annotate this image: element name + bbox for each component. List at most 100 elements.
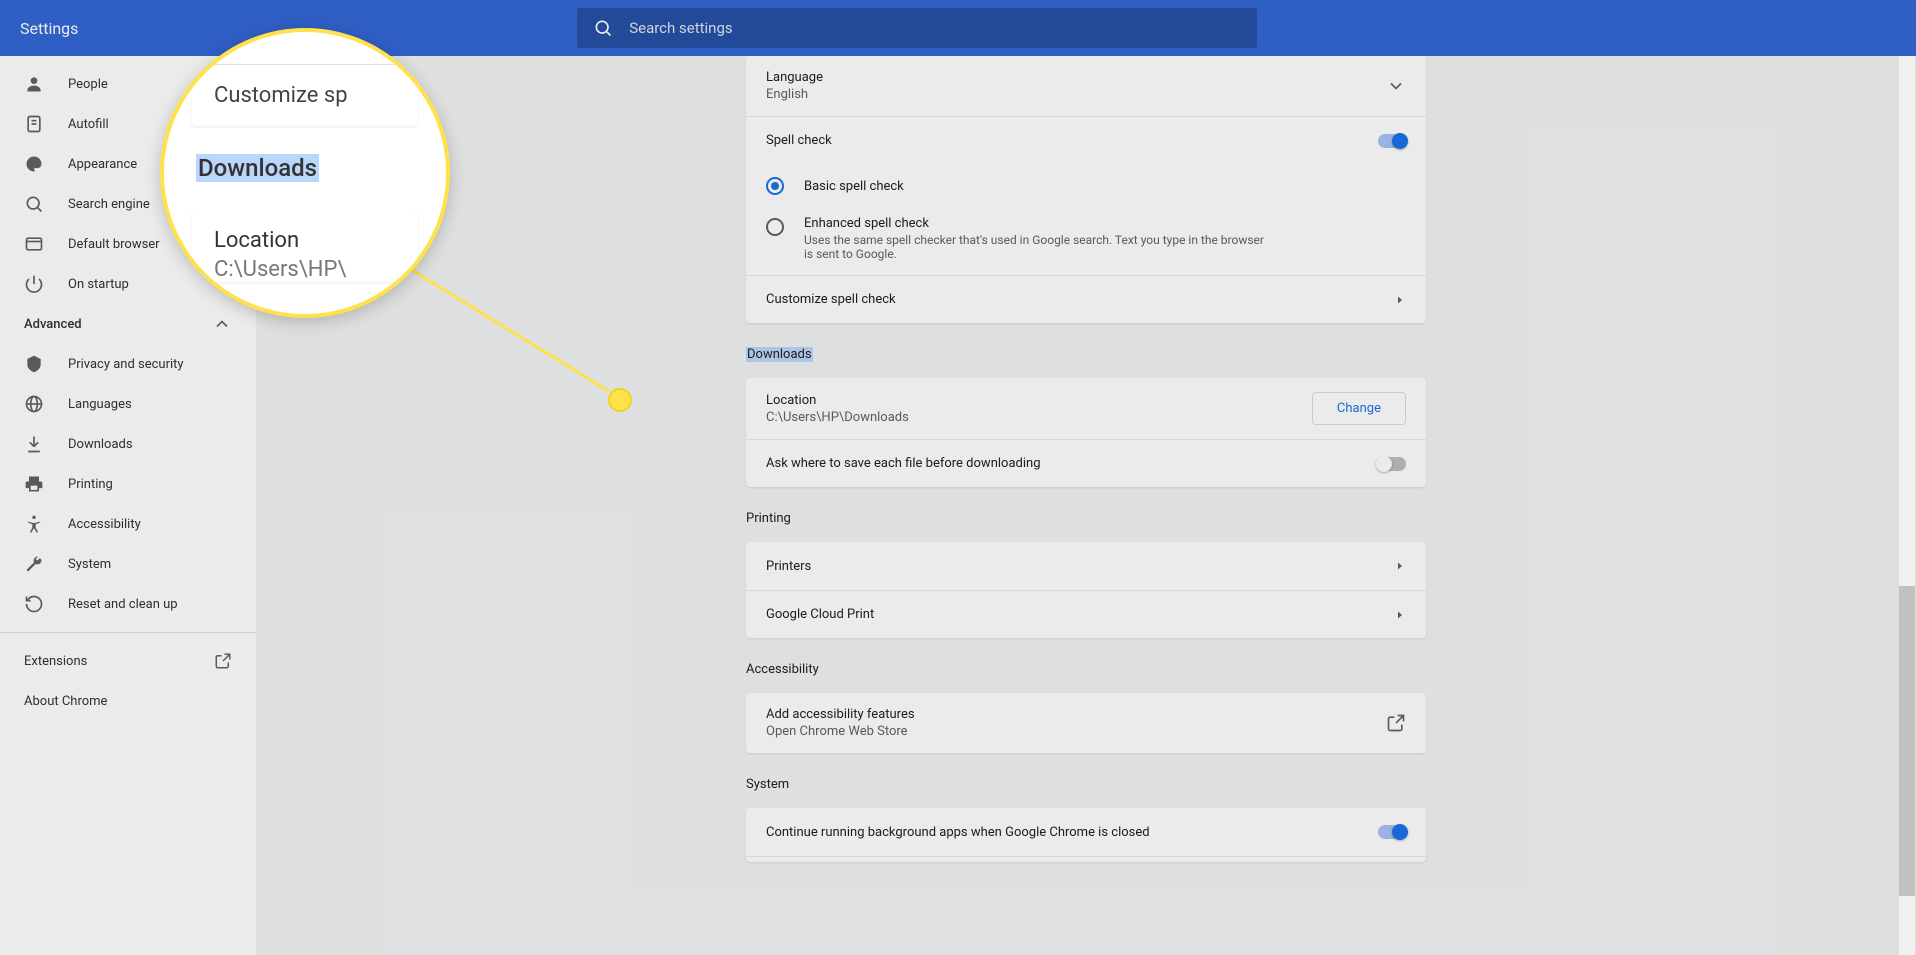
sidebar-item-label: Languages <box>68 397 132 412</box>
globe-icon <box>24 394 44 414</box>
cloud-label: Google Cloud Print <box>766 607 1394 622</box>
chevron-up-icon <box>212 314 232 334</box>
language-row[interactable]: Language English <box>746 56 1426 116</box>
sidebar-item-label: Accessibility <box>68 517 141 532</box>
radio-basic[interactable] <box>766 177 784 195</box>
printers-row[interactable]: Printers <box>746 542 1426 590</box>
accessibility-icon <box>24 514 44 534</box>
sidebar-item-label: Appearance <box>68 157 137 172</box>
printers-label: Printers <box>766 559 1394 574</box>
download-icon <box>24 434 44 454</box>
sidebar-item-about[interactable]: About Chrome <box>0 681 256 721</box>
ask-where-toggle[interactable] <box>1378 457 1406 471</box>
printer-icon <box>24 474 44 494</box>
spellcheck-toggle[interactable] <box>1378 134 1406 148</box>
enhanced-desc: Uses the same spell checker that's used … <box>804 233 1264 261</box>
palette-icon <box>24 154 44 174</box>
sidebar-item-label: Autofill <box>68 117 109 132</box>
customize-label: Customize spell check <box>766 292 1394 307</box>
sidebar-item-label: Search engine <box>68 197 150 212</box>
restore-icon <box>24 594 44 614</box>
sidebar-item-system[interactable]: System <box>0 544 256 584</box>
content: Language English Spell check Basic spell… <box>256 56 1916 955</box>
spellcheck-label: Spell check <box>766 133 1378 148</box>
sidebar-advanced-toggle[interactable]: Advanced <box>0 304 256 344</box>
sidebar-item-label: People <box>68 77 108 92</box>
enhanced-spellcheck-row[interactable]: Enhanced spell check Uses the same spell… <box>746 212 1426 275</box>
radio-enhanced[interactable] <box>766 218 784 236</box>
search-container[interactable] <box>577 8 1257 48</box>
chevron-down-icon <box>1386 76 1406 96</box>
sidebar-item-accessibility[interactable]: Accessibility <box>0 504 256 544</box>
scrollbar-thumb[interactable] <box>1899 586 1915 896</box>
spellcheck-row: Spell check <box>746 116 1426 164</box>
sidebar-item-label: Printing <box>68 477 113 492</box>
sidebar-item-extensions[interactable]: Extensions <box>0 641 256 681</box>
languages-card: Language English Spell check Basic spell… <box>746 56 1426 323</box>
page-title: Settings <box>20 19 78 38</box>
system-card: Continue running background apps when Go… <box>746 808 1426 862</box>
printing-card: Printers Google Cloud Print <box>746 542 1426 638</box>
divider <box>0 632 256 633</box>
ask-where-row: Ask where to save each file before downl… <box>746 439 1426 487</box>
sidebar-item-label: Reset and clean up <box>68 597 178 612</box>
add-accessibility-sub: Open Chrome Web Store <box>766 724 1386 739</box>
sidebar-item-label: Extensions <box>24 654 87 669</box>
magnifier-top-text: Customize sp <box>192 64 418 126</box>
open-external-icon <box>214 652 232 670</box>
change-location-button[interactable]: Change <box>1312 392 1406 425</box>
sidebar-item-label: Downloads <box>68 437 133 452</box>
accessibility-card: Add accessibility features Open Chrome W… <box>746 693 1426 753</box>
add-accessibility-label: Add accessibility features <box>766 707 1386 722</box>
sidebar-advanced-label: Advanced <box>24 317 82 332</box>
sidebar-item-downloads[interactable]: Downloads <box>0 424 256 464</box>
section-title-system: System <box>746 777 1426 792</box>
magnifier-callout: Customize sp Downloads Location C:\Users… <box>160 28 450 318</box>
section-title-printing: Printing <box>746 511 1426 526</box>
sidebar-item-reset[interactable]: Reset and clean up <box>0 584 256 624</box>
add-accessibility-row[interactable]: Add accessibility features Open Chrome W… <box>746 693 1426 753</box>
downloads-card: Location C:\Users\HP\Downloads Change As… <box>746 378 1426 487</box>
download-location-row: Location C:\Users\HP\Downloads Change <box>746 378 1426 439</box>
sidebar-item-label: Privacy and security <box>68 357 184 372</box>
open-external-icon <box>1386 713 1406 733</box>
cloud-print-row[interactable]: Google Cloud Print <box>746 590 1426 638</box>
sidebar-item-printing[interactable]: Printing <box>0 464 256 504</box>
background-apps-toggle[interactable] <box>1378 825 1406 839</box>
language-label: Language <box>766 70 1386 85</box>
sidebar-item-label: Default browser <box>68 237 160 252</box>
location-value: C:\Users\HP\Downloads <box>766 410 1312 425</box>
autofill-icon <box>24 114 44 134</box>
card-edge <box>746 856 1426 862</box>
browser-icon <box>24 234 44 254</box>
magnifier-section-label: Downloads <box>196 154 319 182</box>
language-value: English <box>766 87 1386 102</box>
ask-label: Ask where to save each file before downl… <box>766 456 1378 471</box>
search-icon <box>24 194 44 214</box>
sidebar-item-privacy[interactable]: Privacy and security <box>0 344 256 384</box>
magnifier-location-title: Location <box>214 228 412 253</box>
magnifier-location-value: C:\Users\HP\ <box>214 257 412 282</box>
enhanced-label: Enhanced spell check <box>804 216 1406 231</box>
arrow-right-icon <box>1394 560 1406 572</box>
search-input[interactable] <box>629 19 1241 37</box>
basic-spellcheck-row[interactable]: Basic spell check <box>746 164 1426 212</box>
customize-spellcheck-row[interactable]: Customize spell check <box>746 275 1426 323</box>
power-icon <box>24 274 44 294</box>
basic-label: Basic spell check <box>804 179 1406 194</box>
bg-label: Continue running background apps when Go… <box>766 825 1378 840</box>
sidebar-item-label: About Chrome <box>24 694 107 709</box>
person-icon <box>24 74 44 94</box>
wrench-icon <box>24 554 44 574</box>
arrow-right-icon <box>1394 294 1406 306</box>
sidebar-item-label: On startup <box>68 277 129 292</box>
section-title-accessibility: Accessibility <box>746 662 1426 677</box>
section-title-downloads: Downloads <box>746 347 813 362</box>
sidebar-item-languages[interactable]: Languages <box>0 384 256 424</box>
sidebar-item-label: System <box>68 557 111 572</box>
background-apps-row: Continue running background apps when Go… <box>746 808 1426 856</box>
shield-icon <box>24 354 44 374</box>
search-icon <box>593 18 613 38</box>
arrow-right-icon <box>1394 609 1406 621</box>
location-label: Location <box>766 393 1312 408</box>
